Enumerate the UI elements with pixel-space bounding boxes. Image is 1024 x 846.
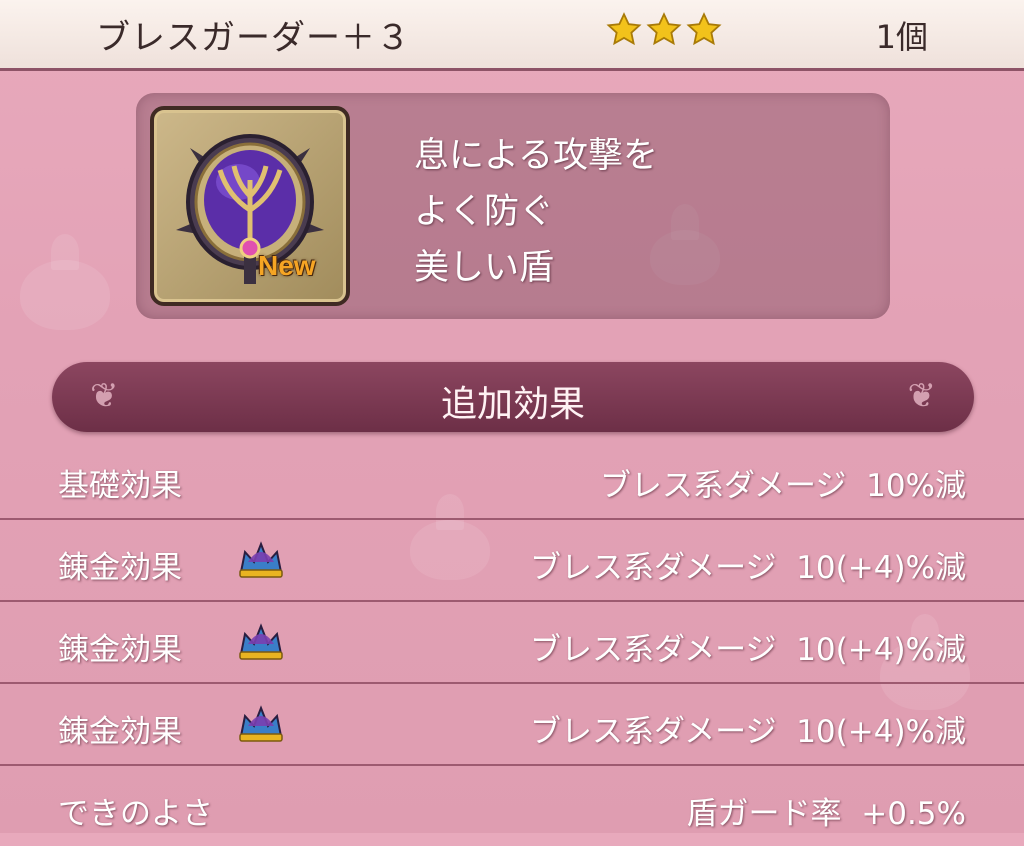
flourish-ornament-right: ❦ (907, 376, 937, 416)
effect-row: 錬金効果 ブレス系ダメージ 10(+4)%減 (0, 602, 1024, 684)
effect-value: ブレス系ダメージ 10(+4)%減 (530, 714, 966, 750)
effect-row: 錬金効果 ブレス系ダメージ 10(+4)%減 (0, 520, 1024, 602)
section-banner: ❦ 追加効果 ❦ (52, 362, 974, 432)
effect-label: 基礎効果 (58, 468, 182, 504)
effect-value: ブレス系ダメージ 10(+4)%減 (530, 550, 966, 586)
effect-label: 錬金効果 (58, 550, 182, 586)
effect-label: できのよさ (58, 796, 213, 832)
crown-icon (236, 620, 286, 666)
section-title: 追加効果 (440, 384, 585, 425)
star-icon (646, 12, 682, 48)
effect-row: 基礎効果 ブレス系ダメージ 10%減 (0, 438, 1024, 520)
star-icon (686, 12, 722, 48)
effect-label: 錬金効果 (58, 714, 182, 750)
description-line: 息による攻撃を (414, 136, 658, 176)
effect-value: 盾ガード率 +0.5% (686, 796, 966, 832)
description-line: 美しい盾 (414, 248, 555, 288)
item-icon-frame[interactable] (150, 106, 350, 306)
effect-row: できのよさ 盾ガード率 +0.5% (0, 766, 1024, 846)
rarity-stars (606, 12, 722, 48)
breath-shield-icon (176, 134, 324, 284)
effect-row: 錬金効果 ブレス系ダメージ 10(+4)%減 (0, 684, 1024, 766)
new-badge: New (258, 250, 316, 281)
description-line: よく防ぐ (414, 192, 555, 232)
crown-icon (236, 702, 286, 748)
effects-list: 基礎効果 ブレス系ダメージ 10%減 錬金効果 ブレス系ダメージ 10(+4)%… (0, 438, 1024, 846)
item-count: 1個 (875, 18, 928, 56)
item-name: ブレスガーダー＋３ (96, 18, 411, 58)
star-icon (606, 12, 642, 48)
background-slime-shape (20, 234, 110, 330)
effect-label: 錬金効果 (58, 632, 182, 668)
item-header: ブレスガーダー＋３ 1個 (0, 0, 1024, 71)
effect-value: ブレス系ダメージ 10(+4)%減 (530, 632, 966, 668)
item-description: 息による攻撃を よく防ぐ 美しい盾 (414, 128, 658, 296)
crown-icon (236, 538, 286, 584)
effect-value: ブレス系ダメージ 10%減 (599, 468, 966, 504)
